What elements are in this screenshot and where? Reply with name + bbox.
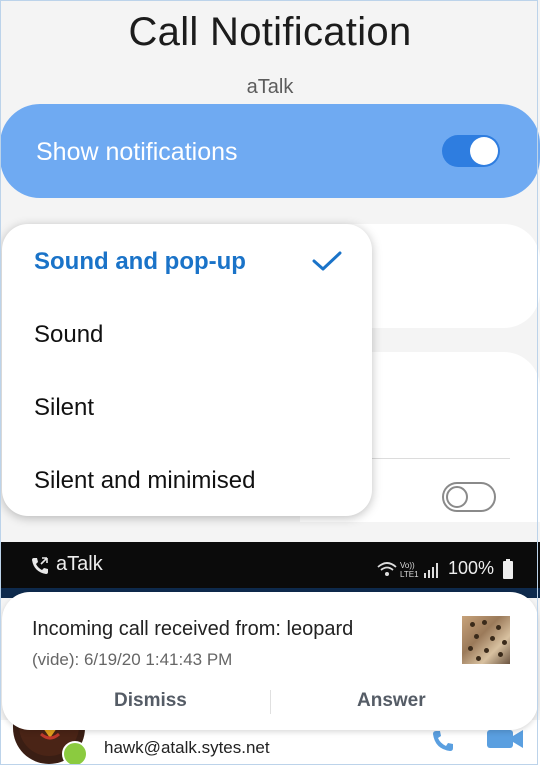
toggle-knob — [470, 137, 498, 165]
toggle-knob — [446, 486, 468, 508]
status-bar-app-name: aTalk — [56, 553, 103, 575]
battery-icon — [503, 559, 513, 579]
call-icon[interactable] — [430, 728, 456, 754]
dismiss-button[interactable]: Dismiss — [114, 690, 187, 712]
answer-button[interactable]: Answer — [357, 690, 426, 712]
battery-percentage: 100% — [448, 558, 495, 578]
checkmark-icon — [312, 251, 342, 271]
page-title: Call Notification — [128, 10, 412, 54]
phone-icon — [32, 557, 48, 574]
notification-timestamp: (vide): 6/19/20 1:41:43 PM — [32, 650, 233, 669]
caller-thumbnail — [462, 616, 510, 664]
signal-icon: Vo)) LTE1 — [377, 561, 438, 579]
button-divider — [270, 690, 271, 714]
divider — [372, 458, 510, 459]
menu-item-sound-and-popup[interactable]: Sound and pop-up — [34, 248, 246, 276]
show-notifications-toggle[interactable] — [442, 135, 500, 167]
svg-text:Vo)): Vo)) — [400, 561, 415, 570]
setting-toggle[interactable] — [442, 482, 496, 512]
menu-item-silent-and-minimised[interactable]: Silent and minimised — [34, 467, 255, 495]
online-status-badge — [62, 741, 88, 767]
app-name-label: aTalk — [246, 76, 294, 98]
menu-item-sound[interactable]: Sound — [34, 321, 103, 349]
notification-message: Incoming call received from: leopard — [32, 618, 354, 640]
menu-item-silent[interactable]: Silent — [34, 394, 94, 422]
contact-email: hawk@atalk.sytes.net — [104, 738, 270, 757]
svg-text:LTE1: LTE1 — [400, 570, 419, 579]
show-notifications-label: Show notifications — [36, 138, 238, 166]
